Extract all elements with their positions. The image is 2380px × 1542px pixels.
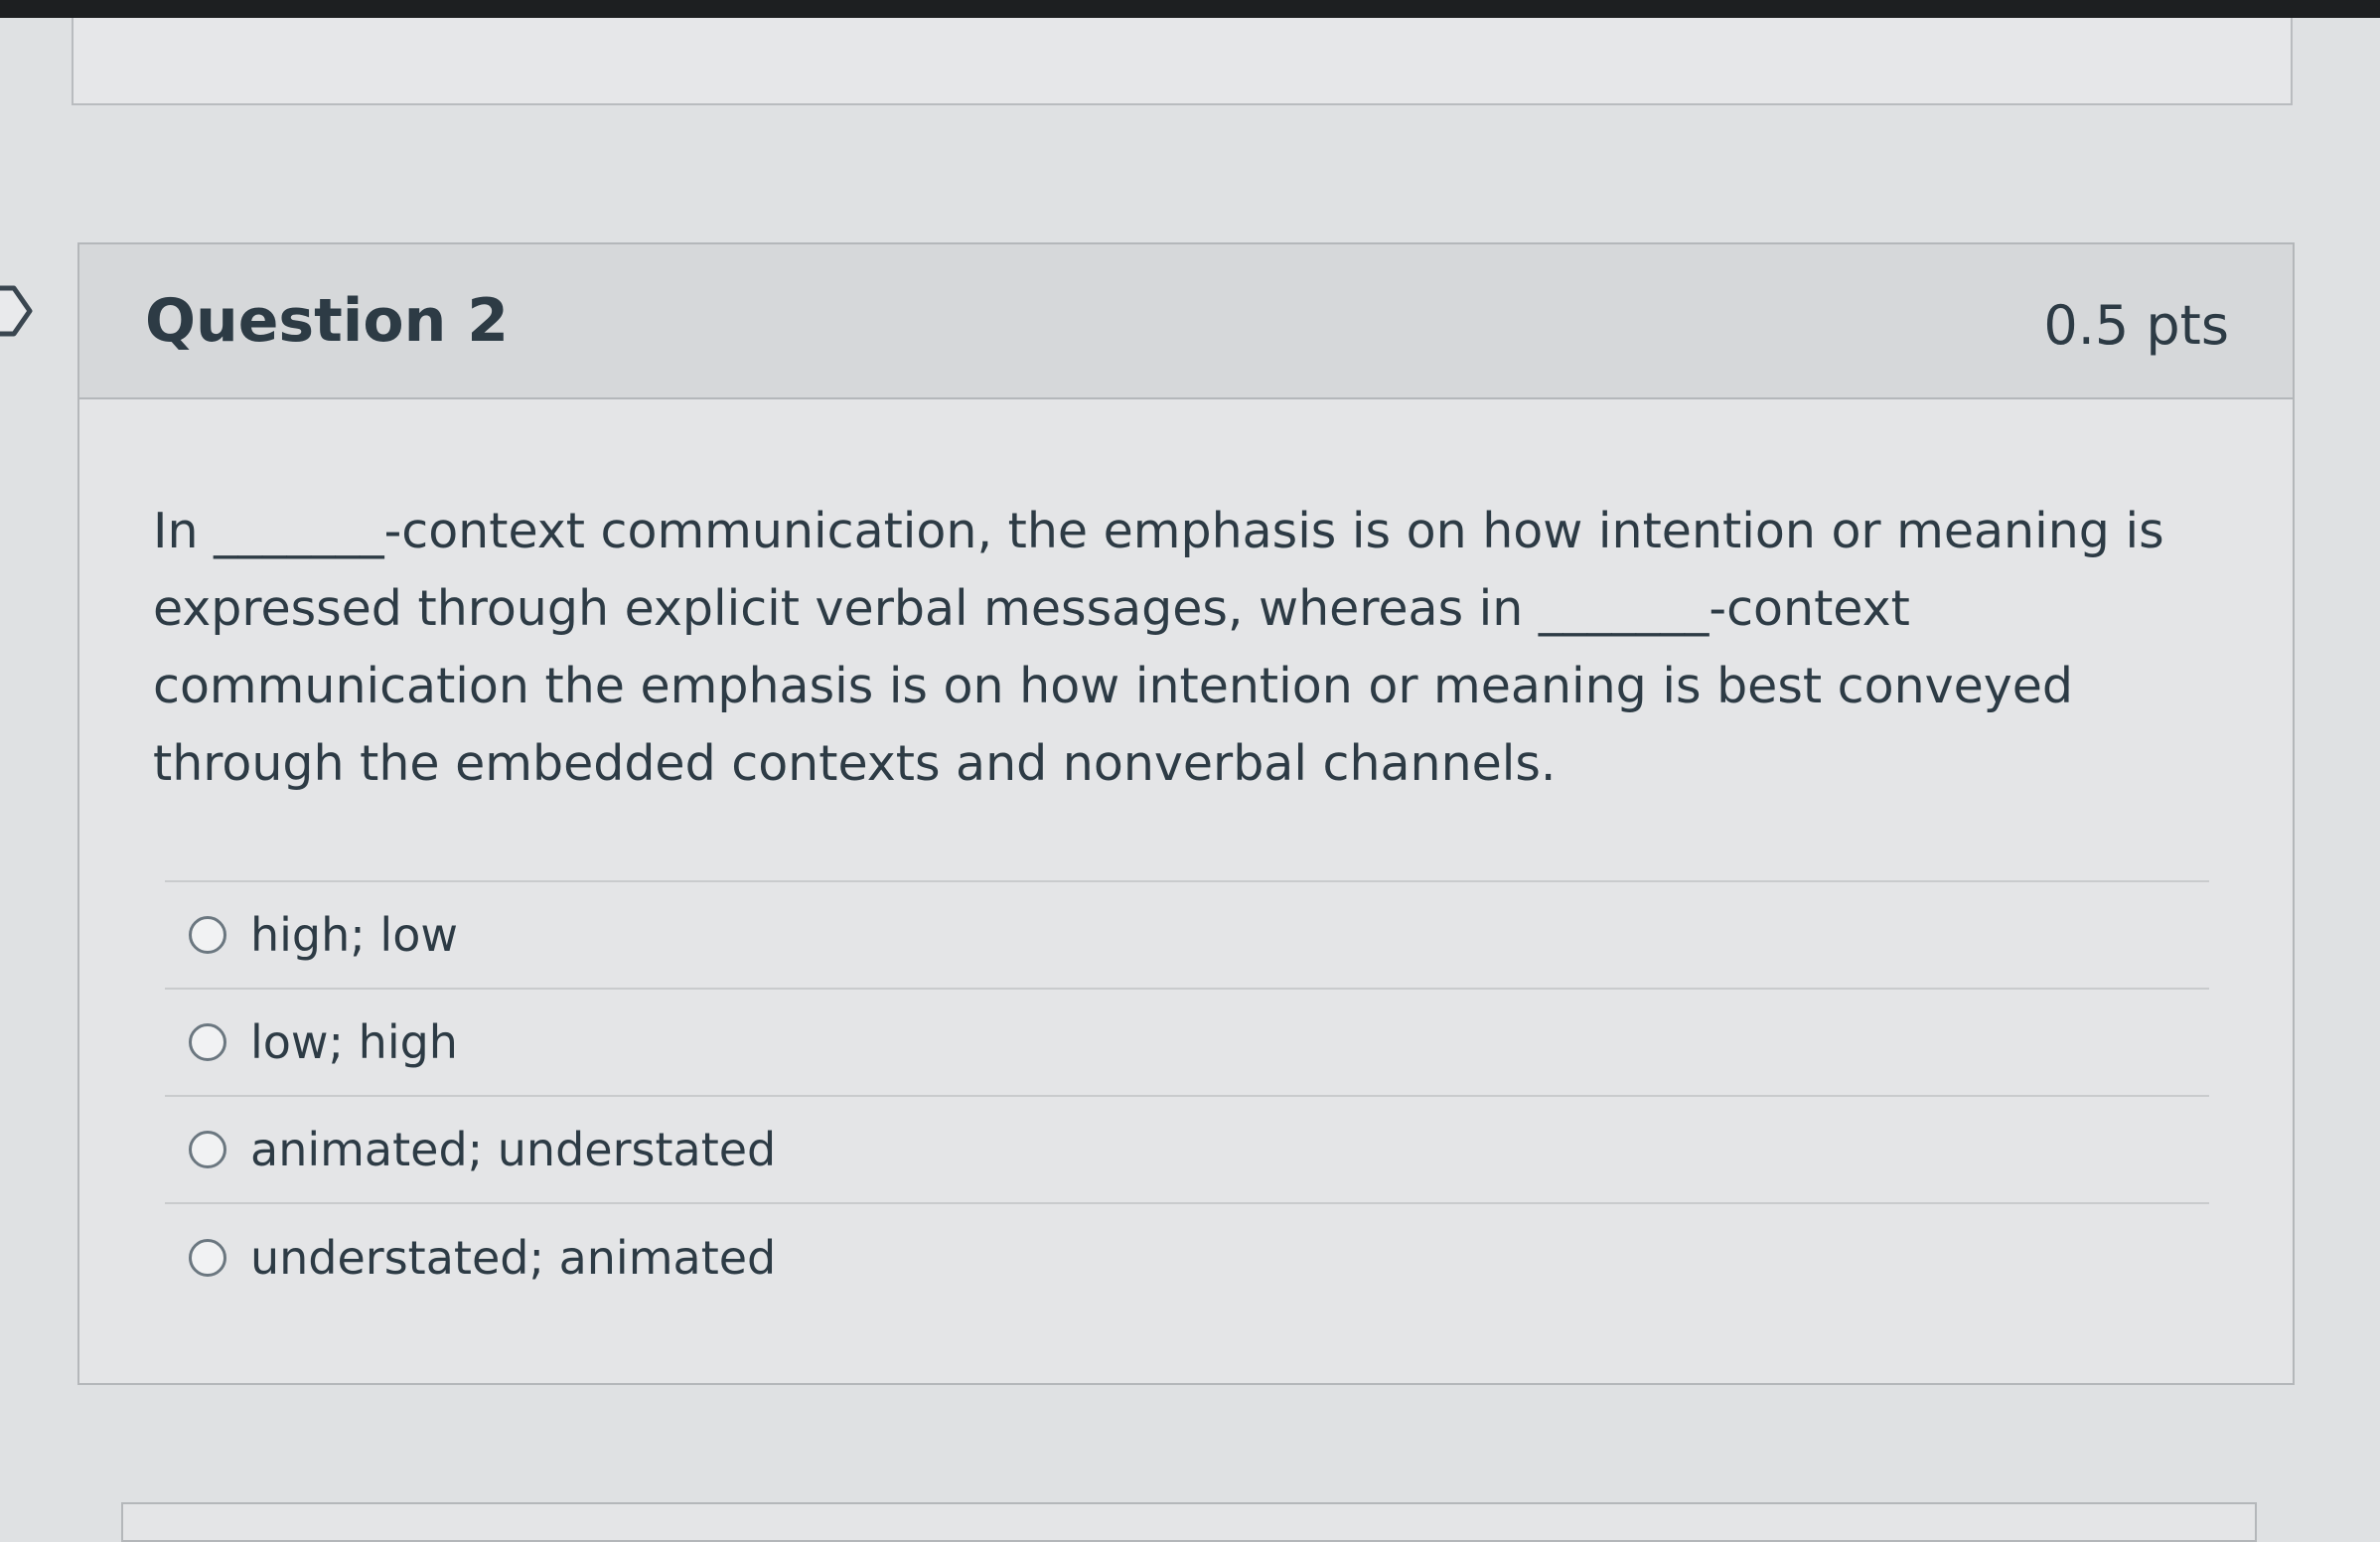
answer-option[interactable]: understated; animated (165, 1204, 2209, 1311)
answer-option[interactable]: animated; understated (165, 1097, 2209, 1204)
answer-label: low; high (250, 1015, 458, 1069)
next-question-card (121, 1502, 2257, 1542)
radio-button-unselected-icon[interactable] (189, 1023, 226, 1061)
previous-question-card (72, 18, 2293, 105)
question-text: In _______-context communication, the em… (153, 503, 2164, 792)
question-title: Question 2 (145, 286, 509, 356)
question-card: Question 2 0.5 pts In _______-context co… (77, 242, 2295, 1385)
answer-label: understated; animated (250, 1231, 777, 1285)
answer-list: high; low low; high animated; understate… (165, 880, 2209, 1311)
radio-button-unselected-icon[interactable] (189, 1239, 226, 1277)
question-points: 0.5 pts (2043, 294, 2229, 357)
question-header: Question 2 0.5 pts (79, 244, 2293, 399)
answer-option[interactable]: low; high (165, 990, 2209, 1097)
answer-label: animated; understated (250, 1123, 777, 1176)
screen-bezel (0, 0, 2380, 18)
radio-button-unselected-icon[interactable] (189, 916, 226, 954)
answer-label: high; low (250, 908, 458, 962)
radio-button-unselected-icon[interactable] (189, 1131, 226, 1168)
bookmark-flag-icon[interactable] (0, 284, 40, 338)
answer-option[interactable]: high; low (165, 882, 2209, 990)
